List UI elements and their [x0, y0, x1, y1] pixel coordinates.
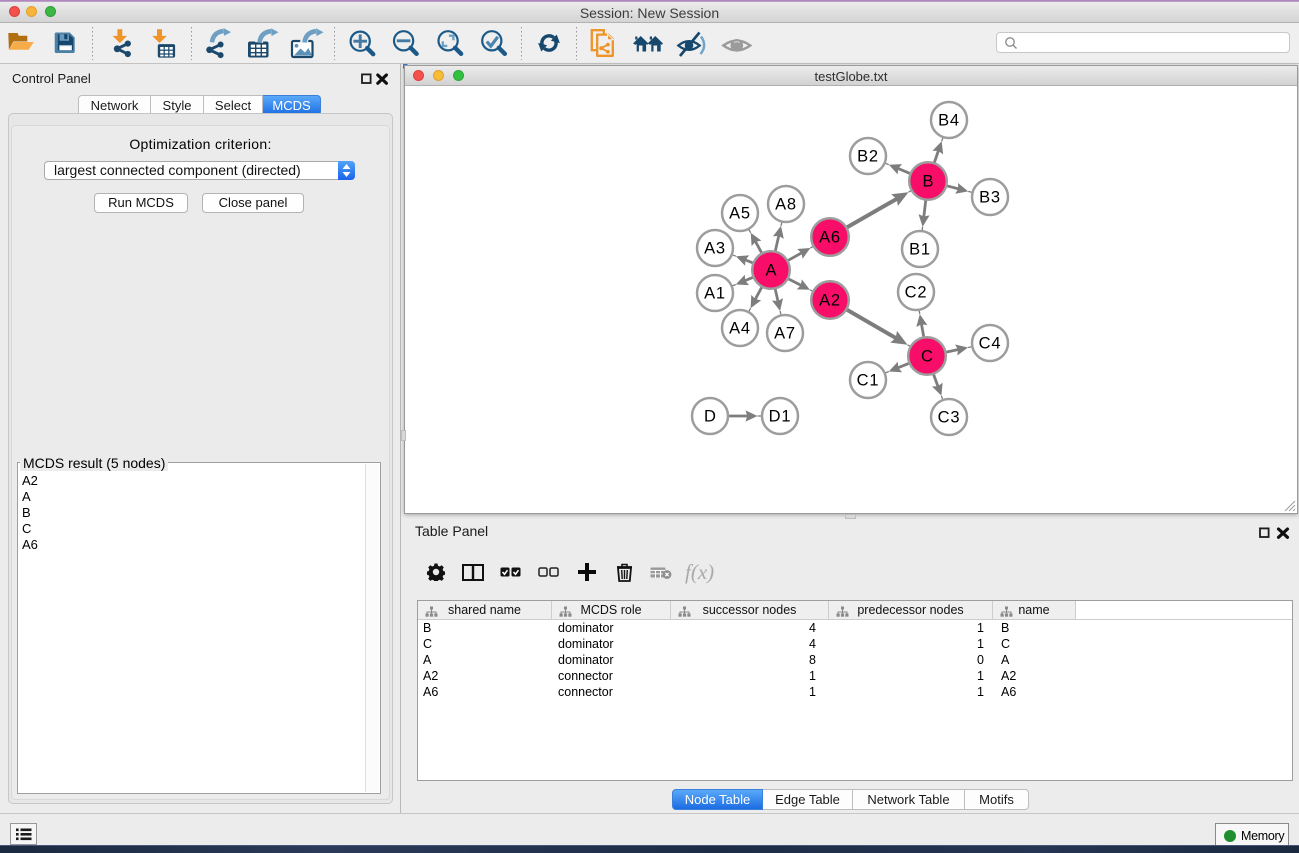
svg-text:B: B: [922, 173, 933, 191]
svg-text:A6: A6: [819, 229, 841, 247]
svg-text:C4: C4: [979, 335, 1002, 353]
svg-text:C2: C2: [905, 284, 928, 302]
svg-text:B1: B1: [909, 241, 931, 259]
svg-text:A8: A8: [775, 196, 797, 214]
svg-text:C1: C1: [857, 372, 880, 390]
svg-text:B3: B3: [979, 189, 1001, 207]
svg-text:C3: C3: [938, 409, 961, 427]
svg-text:C: C: [921, 348, 933, 366]
svg-text:A2: A2: [819, 292, 841, 310]
svg-text:D1: D1: [769, 408, 792, 426]
svg-text:A1: A1: [704, 285, 726, 303]
svg-text:A5: A5: [729, 205, 751, 223]
svg-text:A7: A7: [774, 325, 796, 343]
svg-text:B4: B4: [938, 112, 960, 130]
svg-text:B2: B2: [857, 148, 879, 166]
svg-text:A4: A4: [729, 320, 751, 338]
svg-text:A3: A3: [704, 240, 726, 258]
svg-text:D: D: [704, 408, 716, 426]
svg-text:A: A: [765, 262, 776, 280]
